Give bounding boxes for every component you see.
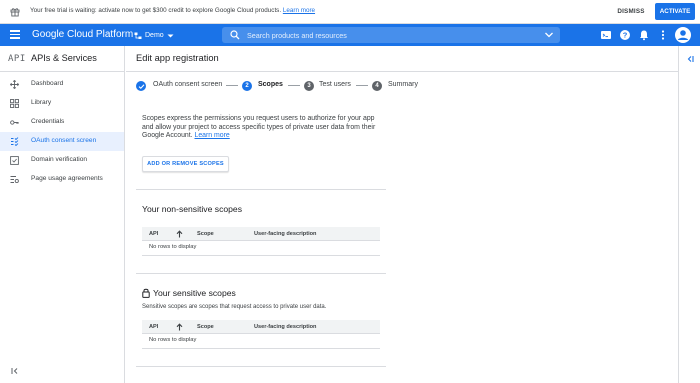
step-test-users[interactable]: Test users (319, 81, 351, 88)
step-oauth-consent-screen[interactable]: OAuth consent screen (153, 81, 222, 88)
activate-button[interactable]: ACTIVATE (655, 3, 695, 20)
column-header-scope: Scope (197, 323, 214, 330)
sidebar-item-label: OAuth consent screen (31, 137, 97, 144)
column-header-user-facing-description: User-facing description (254, 323, 317, 330)
api-logo: API (8, 54, 26, 64)
settings-list-icon (10, 176, 19, 184)
sidebar-item-credentials[interactable]: Credentials (0, 113, 124, 132)
sidebar-item-dashboard[interactable]: Dashboard (0, 75, 124, 94)
main-content: Edit app registration OAuth consent scre… (126, 46, 678, 383)
side-navigation: API APIs & Services Dashboard Library Cr… (0, 46, 125, 383)
expand-panel-icon[interactable] (685, 54, 695, 64)
sidebar-item-library[interactable]: Library (0, 94, 124, 113)
scopes-description: Scopes express the permissions you reque… (142, 115, 387, 141)
project-tree-icon (134, 32, 142, 39)
sidebar-item-label: Credentials (31, 118, 65, 125)
trial-banner: Your free trial is waiting: activate now… (0, 0, 700, 24)
step-connector (288, 85, 300, 86)
sidebar-item-label: Domain verification (31, 156, 88, 163)
page-title: Edit app registration (136, 53, 219, 63)
sensitive-scopes-description: Sensitive scopes are scopes that request… (142, 304, 327, 310)
key-icon (10, 120, 19, 125)
sensitive-table-header: API Scope User-facing description (142, 320, 380, 334)
nonsensitive-table-header: API Scope User-facing description (142, 227, 380, 241)
section-divider (136, 366, 386, 367)
search-input[interactable]: Search products and resources (247, 31, 347, 40)
column-header-api[interactable]: API (149, 231, 158, 237)
title-divider (126, 71, 678, 72)
more-vert-icon[interactable] (657, 29, 669, 41)
sidebar-item-label: Dashboard (31, 80, 64, 87)
notifications-bell-icon[interactable] (638, 29, 650, 41)
step-summary[interactable]: Summary (388, 81, 418, 88)
sort-arrow-up-icon[interactable] (176, 323, 183, 331)
step-number-badge: 3 (304, 81, 314, 91)
sidebar-item-page-usage-agreements[interactable]: Page usage agreements (0, 170, 124, 189)
banner-message: Your free trial is waiting: activate now… (30, 7, 315, 14)
sidebar-item-label: Page usage agreements (31, 175, 103, 182)
sensitive-empty-message: No rows to display (149, 337, 197, 343)
dismiss-button[interactable]: DISMISS (611, 4, 651, 19)
step-connector (356, 85, 368, 86)
step-scopes[interactable]: Scopes (258, 81, 283, 88)
consent-icon (11, 137, 19, 146)
hamburger-menu-icon[interactable] (10, 30, 20, 39)
library-icon (10, 99, 19, 108)
chevron-down-icon (167, 34, 174, 37)
search-icon (230, 30, 240, 40)
top-app-bar: Google Cloud Platform Demo Search produc… (0, 24, 700, 46)
sensitive-scopes-title: Your sensitive scopes (153, 288, 236, 298)
search-bar[interactable]: Search products and resources (222, 27, 560, 43)
help-icon[interactable]: ? (619, 29, 631, 41)
dashboard-icon (10, 80, 19, 89)
column-header-user-facing-description: User-facing description (254, 230, 317, 237)
account-avatar-icon[interactable] (674, 26, 692, 44)
step-number-badge: 2 (242, 81, 252, 91)
product-title[interactable]: Google Cloud Platform (32, 29, 133, 40)
nav-title: APIs & Services (31, 53, 97, 63)
sort-arrow-up-icon[interactable] (176, 230, 183, 238)
sidebar-item-label: Library (31, 99, 52, 106)
collapse-nav-icon[interactable] (10, 366, 20, 376)
lock-icon (142, 288, 150, 298)
description-learn-more-link[interactable]: Learn more (195, 132, 230, 139)
right-side-panel-rail (678, 46, 700, 383)
table-bottom-border (142, 348, 380, 349)
nav-divider (0, 71, 125, 72)
domain-icon (10, 156, 19, 165)
section-divider (136, 273, 386, 274)
step-connector (226, 85, 238, 86)
table-bottom-border (142, 255, 380, 256)
project-selector[interactable]: Demo (134, 29, 175, 42)
section-divider (136, 189, 386, 190)
sidebar-item-oauth-consent-screen[interactable]: OAuth consent screen (0, 132, 124, 151)
nonsensitive-scopes-title: Your non-sensitive scopes (142, 204, 243, 214)
column-header-scope: Scope (197, 230, 214, 237)
add-or-remove-scopes-button[interactable]: ADD OR REMOVE SCOPES (142, 156, 229, 172)
step-number-badge: 4 (372, 81, 382, 91)
description-text: Scopes express the permissions you reque… (142, 115, 376, 140)
nonsensitive-empty-message: No rows to display (149, 244, 197, 250)
svg-text:?: ? (623, 31, 628, 40)
banner-text: Your free trial is waiting: activate now… (30, 7, 282, 14)
sidebar-item-domain-verification[interactable]: Domain verification (0, 151, 124, 170)
column-header-api[interactable]: API (149, 324, 158, 330)
gift-icon (10, 8, 20, 17)
cloud-shell-icon[interactable] (600, 29, 612, 41)
project-name: Demo (145, 32, 164, 39)
step-done-check-icon (136, 81, 146, 91)
search-expand-chevron-icon[interactable] (544, 30, 554, 40)
banner-learn-more-link[interactable]: Learn more (283, 7, 315, 14)
